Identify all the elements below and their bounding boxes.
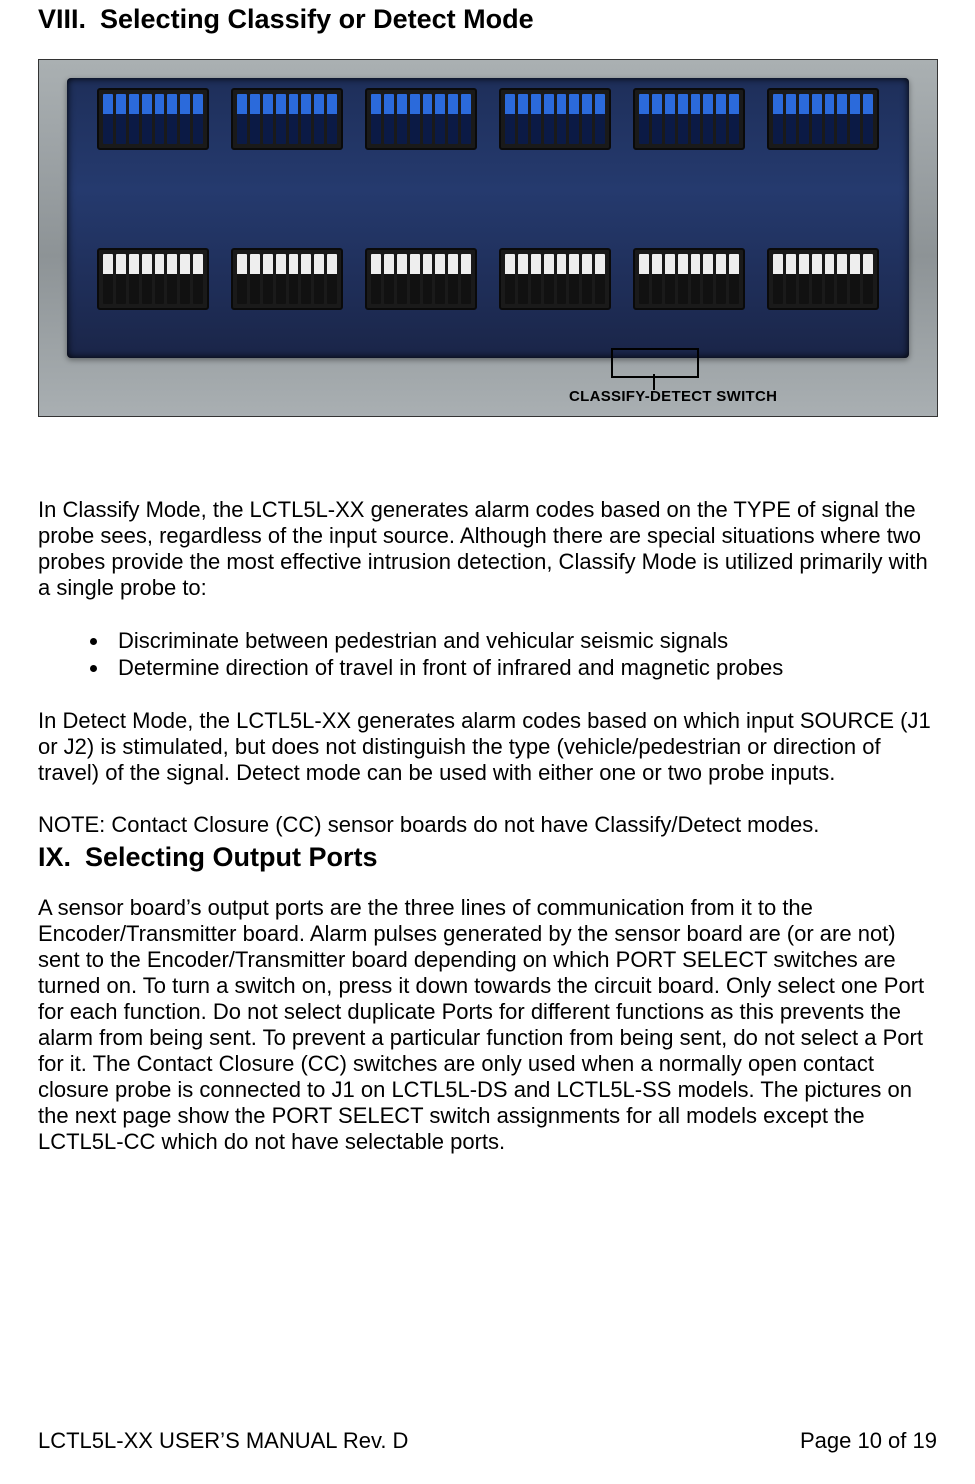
dip-row-top bbox=[67, 88, 909, 150]
circuit-board-photo: CLASSIFY-DETECT SWITCH bbox=[38, 59, 938, 417]
dip-switch-icon bbox=[365, 248, 477, 310]
footer-left: LCTL5L-XX USER’S MANUAL Rev. D bbox=[38, 1428, 408, 1454]
dip-switch-icon bbox=[97, 88, 209, 150]
footer-right: Page 10 of 19 bbox=[800, 1428, 937, 1454]
dip-switch-icon bbox=[231, 88, 343, 150]
dip-switch-icon bbox=[365, 88, 477, 150]
dip-switch-icon bbox=[633, 88, 745, 150]
section-9-heading: IX. Selecting Output Ports bbox=[38, 838, 937, 874]
list-item: Discriminate between pedestrian and vehi… bbox=[110, 627, 937, 655]
dip-switch-icon bbox=[633, 248, 745, 310]
dip-switch-icon bbox=[97, 248, 209, 310]
section-8-heading: VIII. Selecting Classify or Detect Mode bbox=[38, 0, 937, 35]
section-9-number: IX. bbox=[38, 842, 71, 874]
dip-switch-icon bbox=[767, 248, 879, 310]
dip-switch-icon bbox=[499, 248, 611, 310]
section-9-title: Selecting Output Ports bbox=[85, 842, 378, 874]
section-8-para-1: In Classify Mode, the LCTL5L-XX generate… bbox=[38, 497, 937, 601]
section-8-note: NOTE: Contact Closure (CC) sensor boards… bbox=[38, 812, 937, 838]
dip-switch-icon bbox=[499, 88, 611, 150]
body-text: In Classify Mode, the LCTL5L-XX generate… bbox=[38, 497, 937, 1155]
section-8-title: Selecting Classify or Detect Mode bbox=[100, 4, 534, 35]
dip-row-bottom bbox=[67, 248, 909, 310]
bullet-list: Discriminate between pedestrian and vehi… bbox=[38, 627, 937, 682]
list-item: Determine direction of travel in front o… bbox=[110, 654, 937, 682]
dip-switch-icon bbox=[231, 248, 343, 310]
section-8-para-2: In Detect Mode, the LCTL5L-XX generates … bbox=[38, 708, 937, 786]
figure-label: CLASSIFY-DETECT SWITCH bbox=[569, 388, 777, 405]
section-9-para-1: A sensor board’s output ports are the th… bbox=[38, 895, 937, 1155]
page: VIII. Selecting Classify or Detect Mode bbox=[0, 0, 975, 1484]
pcb-graphic bbox=[67, 78, 909, 358]
section-8-number: VIII. bbox=[38, 4, 86, 35]
page-footer: LCTL5L-XX USER’S MANUAL Rev. D Page 10 o… bbox=[38, 1428, 937, 1454]
dip-switch-icon bbox=[767, 88, 879, 150]
